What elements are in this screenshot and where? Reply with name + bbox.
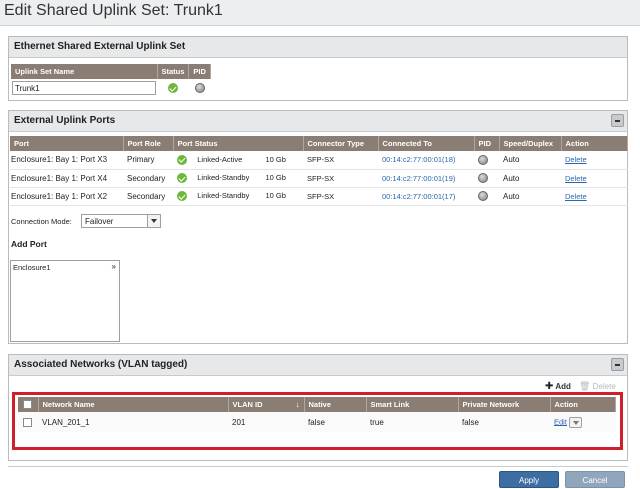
footer-divider [8,466,628,467]
delete-network-button[interactable]: 🗑 Delete [579,381,616,392]
port-name: Enclosure1: Bay 1: Port X4 [10,169,123,188]
networks-table: Network Name VLAN ID ↓ Native Smart Link… [18,397,616,432]
row-checkbox[interactable] [23,417,32,427]
port-status: Linked-Standby [197,173,250,183]
private-network-value: false [462,417,479,427]
page-title: Edit Shared Uplink Set: Trunk1 [4,2,223,19]
delete-port-link[interactable]: Delete [565,174,587,183]
port-speed: 10 Gb [265,154,286,164]
port-name: Enclosure1: Bay 1: Port X3 [10,151,123,170]
column-header-private-network: Private Network [458,397,551,412]
uplink-ports-panel-header: External Uplink Ports [9,111,627,132]
tree-item-enclosure1[interactable]: Enclosure1 [13,263,51,272]
edit-network-link[interactable]: Edit [554,417,567,426]
connector-type: SFP-SX [303,151,378,170]
network-name: VLAN_201_1 [42,417,90,427]
column-header-pid: PID [188,64,212,79]
delete-port-link[interactable]: Delete [565,155,587,164]
chevron-down-icon [147,215,160,227]
table-row: Enclosure1: Bay 1: Port X3 Primary Linke… [10,151,628,170]
add-network-button[interactable]: ✚ Add [545,381,571,392]
uplink-set-table: Uplink Set Name Status PID Trunk1 [11,64,212,97]
column-header-smart-link: Smart Link [366,397,459,412]
add-network-label: Add [555,382,571,391]
status-ok-icon [177,154,187,165]
pid-indicator-icon[interactable] [478,154,488,165]
connection-mode-value: Failover [85,217,114,226]
port-role: Secondary [123,169,173,188]
column-header-status: Status [157,64,190,79]
uplink-ports-panel-title: External Uplink Ports [14,115,116,126]
add-port-label: Add Port [11,239,47,249]
uplink-set-name-input[interactable]: Trunk1 [12,81,156,95]
select-all-checkbox[interactable] [23,400,32,410]
column-header-port-status: Port Status [173,136,304,151]
port-role: Primary [123,151,173,170]
connection-mode-select[interactable]: Failover [81,214,161,228]
networks-panel: Associated Networks (VLAN tagged) ✚ Add … [8,354,628,461]
table-row: Enclosure1: Bay 1: Port X4 Secondary Lin… [10,169,628,188]
connected-to-link[interactable]: 00:14:c2:77:00:01(18) [382,155,455,164]
speed-duplex: Auto [499,151,561,170]
column-header-speed-duplex: Speed/Duplex [499,136,562,151]
table-row: Enclosure1: Bay 1: Port X2 Secondary Lin… [10,187,628,206]
status-ok-icon [177,173,187,183]
networks-panel-title: Associated Networks (VLAN tagged) [14,359,188,370]
collapse-uplink-ports-button[interactable] [611,114,624,127]
column-header-connector-type: Connector Type [303,136,379,151]
networks-panel-header: Associated Networks (VLAN tagged) [9,355,627,376]
port-speed: 10 Gb [265,173,286,183]
column-header-action: Action [561,136,628,151]
connector-type: SFP-SX [303,169,378,188]
cancel-button[interactable]: Cancel [565,471,625,488]
column-header-vlan-id[interactable]: VLAN ID [233,400,263,409]
column-header-uplink-set-name: Uplink Set Name [11,64,158,79]
delete-network-label: Delete [592,382,616,391]
column-header-native: Native [304,397,367,412]
smart-link-value: true [370,417,384,427]
apply-button[interactable]: Apply [499,471,559,488]
edit-options-dropdown[interactable] [569,416,583,428]
sort-arrow-icon: ↓ [295,400,300,409]
table-row: VLAN_201_1 201 false true false Edit [18,412,616,432]
column-header-port: Port [10,136,124,151]
pid-indicator-icon[interactable] [478,191,488,201]
connected-to-link[interactable]: 00:14:c2:77:00:01(17) [382,192,455,201]
speed-duplex: Auto [499,169,561,188]
status-ok-icon [167,83,178,93]
port-speed: 10 Gb [265,191,286,201]
title-bar: Edit Shared Uplink Set: Trunk1 [0,0,640,26]
trash-icon: 🗑 [579,381,591,391]
port-role: Secondary [123,187,173,206]
chevron-down-icon [573,420,580,425]
uplink-set-panel-header: Ethernet Shared External Uplink Set [9,37,627,58]
column-header-pid: PID [474,136,500,151]
pid-indicator-icon[interactable] [478,173,488,183]
plus-icon: ✚ [545,381,554,392]
column-header-connected-to: Connected To [378,136,475,151]
port-name: Enclosure1: Bay 1: Port X2 [10,187,123,206]
column-header-port-role: Port Role [123,136,174,151]
delete-port-link[interactable]: Delete [565,192,587,201]
column-header-action: Action [550,397,616,412]
collapse-networks-button[interactable] [611,358,624,371]
status-ok-icon [177,191,187,201]
uplink-ports-panel: External Uplink Ports Port Port Role Por… [8,110,628,344]
uplink-ports-table: Port Port Role Port Status Connector Typ… [10,136,628,206]
speed-duplex: Auto [499,187,561,206]
column-header-network-name: Network Name [38,397,229,412]
port-status: Linked-Active [197,154,243,164]
uplink-set-panel-title: Ethernet Shared External Uplink Set [14,41,186,52]
connection-mode-label: Connection Mode: [11,217,72,226]
port-status: Linked-Standby [197,191,250,201]
expand-arrow-icon[interactable]: » [112,262,116,271]
add-port-tree: Enclosure1 » [10,260,120,342]
vlan-id: 201 [232,417,246,427]
native-value: false [308,417,325,427]
connected-to-link[interactable]: 00:14:c2:77:00:01(19) [382,174,455,183]
pid-indicator-icon[interactable] [194,83,205,93]
uplink-set-panel: Ethernet Shared External Uplink Set Upli… [8,36,628,101]
connector-type: SFP-SX [303,187,378,206]
